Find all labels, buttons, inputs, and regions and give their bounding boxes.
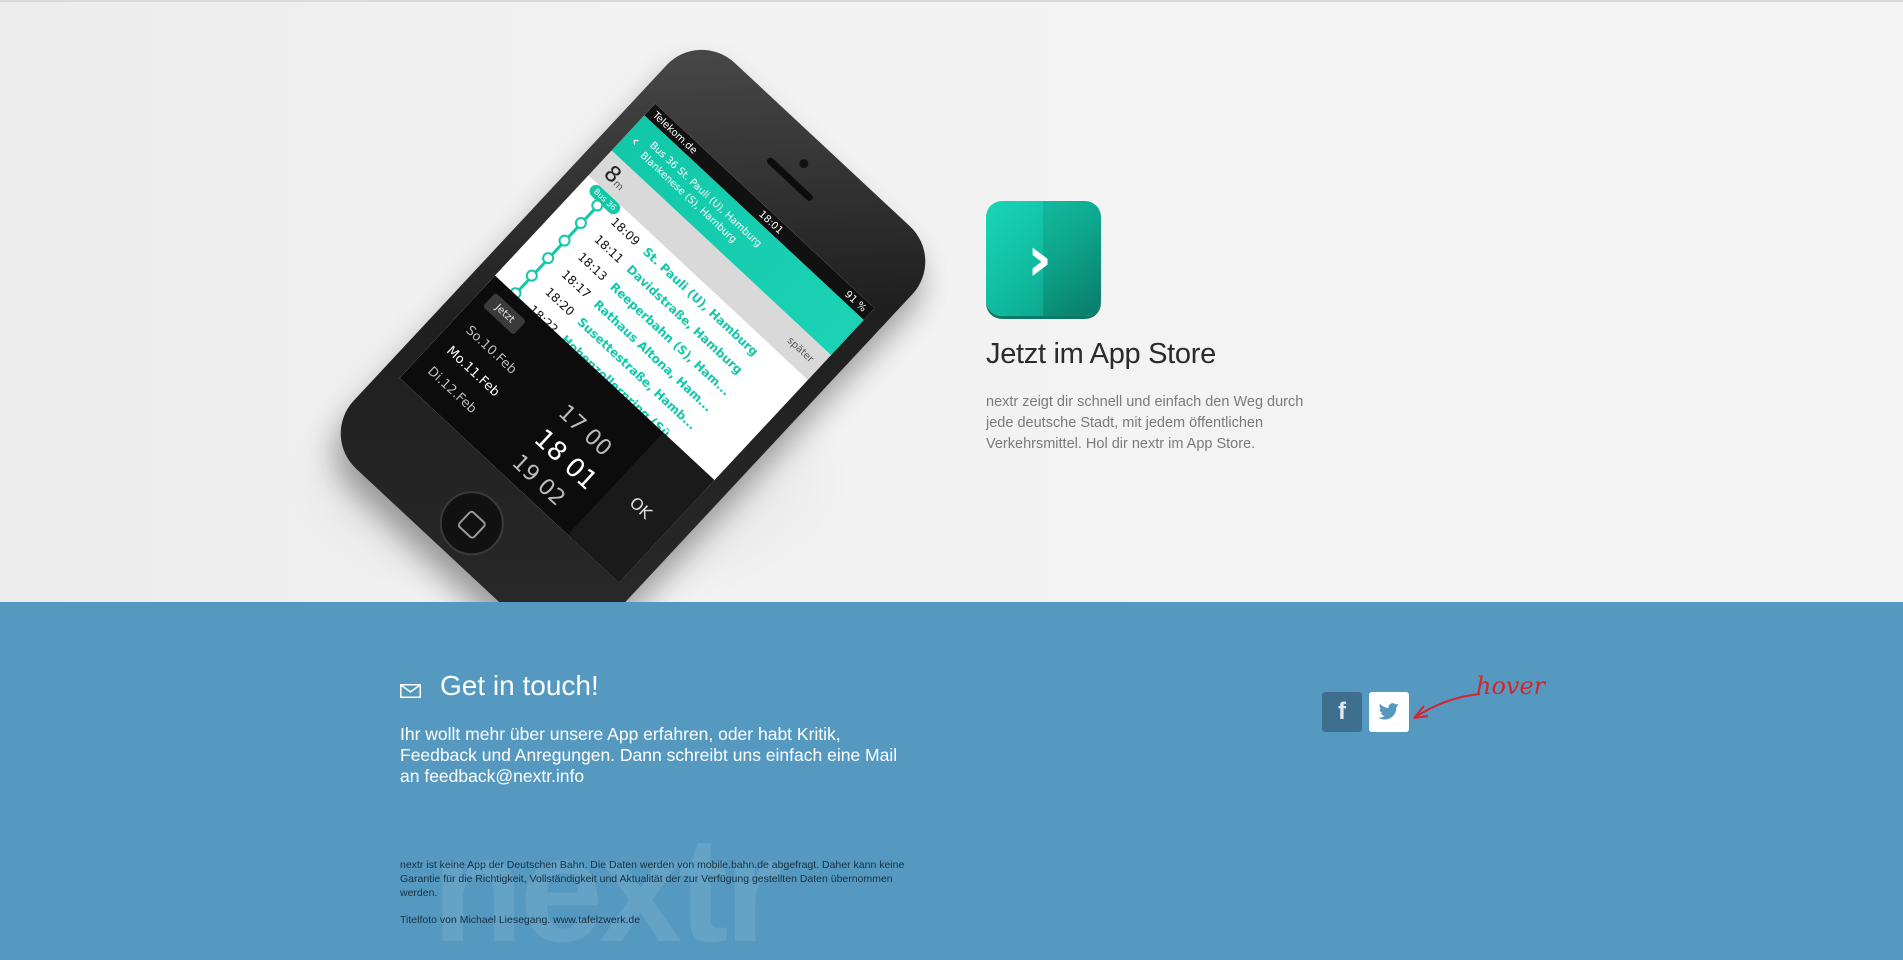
hover-annotation: hover (1476, 672, 1546, 700)
now-button: Jetzt (482, 292, 527, 336)
chevron-icon: › (1026, 222, 1053, 295)
top-divider (0, 0, 1903, 2)
hero-section: Telekom.de 18:01 91 % ‹ Bus 36 St. Pauli… (0, 0, 1903, 602)
facebook-icon: f (1338, 698, 1346, 725)
later-label: später (785, 334, 816, 365)
store-description: nextr zeigt dir schnell und einfach den … (986, 394, 1304, 452)
home-square-icon (456, 509, 488, 541)
disclaimer-text: nextr ist keine App der Deutschen Bahn. … (400, 859, 905, 899)
store-title[interactable]: Jetzt im App Store (986, 338, 1216, 371)
photo-credit: Titelfoto von Michael Liesegang. www.taf… (400, 914, 641, 926)
back-icon: ‹ (627, 131, 645, 150)
mail-icon (400, 684, 421, 698)
facebook-button[interactable]: f (1322, 692, 1362, 732)
contact-title: Get in touch! (440, 670, 599, 701)
nextr-app-icon[interactable]: › (986, 201, 1101, 316)
camera-icon (797, 157, 811, 170)
twitter-icon (1378, 703, 1399, 720)
contact-text: Ihr wollt mehr über unsere App erfahren,… (400, 724, 898, 786)
footer-section: nextr Get in touch! Ihr wollt mehr über … (0, 602, 1903, 960)
day-column: So.10.Feb Mo.11.Feb Di.12.Feb (419, 319, 525, 426)
twitter-button[interactable] (1369, 692, 1409, 732)
